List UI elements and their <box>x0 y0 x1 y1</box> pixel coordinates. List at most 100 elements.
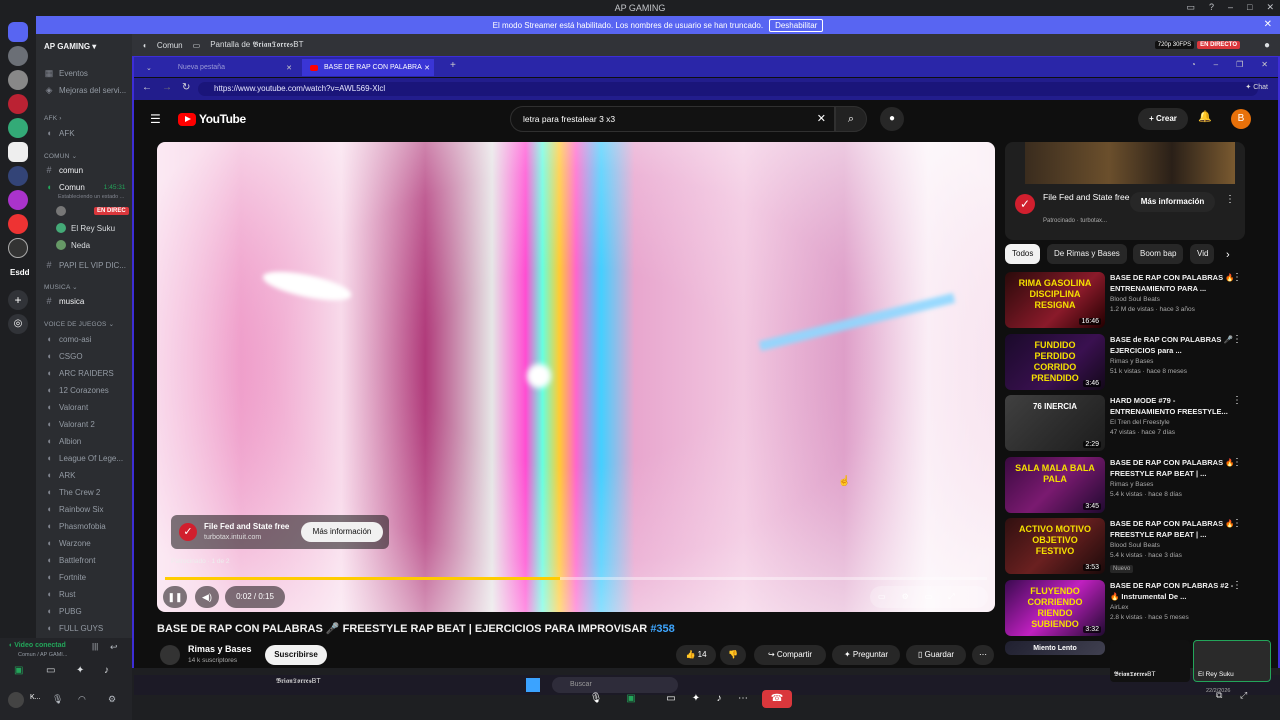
participant-tile[interactable]: El Rey Suku <box>1193 640 1271 682</box>
server-icon[interactable] <box>8 94 28 114</box>
category-afk[interactable]: AFK › <box>44 115 62 122</box>
add-server-icon[interactable]: + <box>8 290 28 310</box>
subtitles-icon[interactable]: ▭ <box>878 592 902 601</box>
new-tab-icon[interactable]: + <box>450 60 456 71</box>
channel-name[interactable]: AirLex <box>1110 604 1128 611</box>
video-title[interactable]: BASE de RAP CON PALABRAS 🎤 EJERCICIOS pa… <box>1110 334 1235 356</box>
address-bar[interactable]: https://www.youtube.com/watch?v=AWL569-X… <box>198 82 1258 96</box>
soundboard-icon[interactable]: ||| <box>92 642 98 651</box>
disconnect-button[interactable]: ☎ <box>762 690 792 708</box>
notifications-icon[interactable]: 🔔 <box>1198 110 1212 123</box>
people-icon[interactable]: ● <box>1264 40 1270 51</box>
server-icon[interactable] <box>8 190 28 210</box>
channel-name[interactable]: Blood Soul Beats <box>1110 542 1160 549</box>
chip-boom-bap[interactable]: Boom bap <box>1133 244 1184 264</box>
video-thumbnail[interactable]: Miento Lento <box>1005 641 1105 655</box>
camera-toggle-icon[interactable]: ▣ <box>620 690 642 708</box>
user-avatar[interactable] <box>8 692 24 708</box>
recommended-video[interactable]: SALA MALA BALA PALA 3:45 BASE DE RAP CON P… <box>1005 456 1250 513</box>
server-icon[interactable] <box>8 46 28 66</box>
more-icon[interactable]: ⋮ <box>1232 272 1242 283</box>
disable-streamer-button[interactable]: Deshabilitar <box>769 18 824 32</box>
video-thumbnail[interactable]: FUNDIDO PERDIDO CORRIDO PRENDIDO 3:46 <box>1005 333 1105 390</box>
category-comun[interactable]: COMUN ⌄ <box>44 152 77 160</box>
close-icon[interactable]: ✕ <box>286 64 292 72</box>
sidebar-ad[interactable]: ✓ File Fed and State free Patrocinado · … <box>1005 142 1245 240</box>
search-input[interactable]: letra para frestalear 3 x3 ✕ <box>510 106 835 132</box>
chip-all[interactable]: Todos <box>1005 244 1041 264</box>
dislike-button[interactable]: 👎 <box>720 645 746 665</box>
server-label[interactable]: Esdd <box>10 268 30 277</box>
video-thumbnail[interactable]: ACTIVO MOTIVO OBJETIVO FESTIVO 3:53 <box>1005 518 1105 574</box>
tab-dropdown-icon[interactable]: ⌄ <box>146 64 152 72</box>
share-button[interactable]: ↪ Compartir <box>754 645 826 665</box>
more-icon[interactable]: ⋮ <box>1232 395 1242 406</box>
chat-button[interactable]: ✦ Chat <box>1245 83 1268 91</box>
ask-button[interactable]: ✦ Preguntar <box>832 645 900 665</box>
video-thumbnail[interactable]: SALA MALA BALA PALA 3:45 <box>1005 456 1105 513</box>
recommended-video[interactable]: 76 INERCIA 2:29 HARD MODE #79 - ENTRENAMIE… <box>1005 395 1250 451</box>
server-icon[interactable] <box>8 214 28 234</box>
pause-button[interactable]: ❚❚ <box>163 586 187 608</box>
server-icon[interactable] <box>8 238 28 258</box>
recommended-video[interactable]: ACTIVO MOTIVO OBJETIVO FESTIVO 3:53 BASE D… <box>1005 518 1250 574</box>
events-item[interactable]: ▦ Eventos <box>44 68 88 79</box>
theater-icon[interactable]: ▭ <box>925 592 949 601</box>
more-icon[interactable]: ⋮ <box>1232 457 1242 468</box>
settings-icon[interactable]: ⚙ <box>902 592 925 601</box>
discord-home-icon[interactable] <box>8 22 28 42</box>
voice-channel[interactable]: ◖ como-asi <box>44 334 91 344</box>
video-hashtag[interactable]: #358 <box>650 623 674 635</box>
voice-channel[interactable]: ◖ Warzone <box>44 538 90 548</box>
voice-member[interactable]: Neda <box>56 240 90 250</box>
server-icon[interactable] <box>8 70 28 90</box>
chevron-right-icon[interactable]: › <box>1226 249 1230 261</box>
voice-channel[interactable]: ◖ Rainbow Six <box>44 504 103 514</box>
camera-icon[interactable]: ▣ <box>14 665 23 676</box>
explore-icon[interactable]: ◎ <box>8 314 28 334</box>
headphones-icon[interactable]: ◠ <box>78 694 86 705</box>
soundboard-icon[interactable]: ♪ <box>708 690 730 708</box>
channel-name[interactable]: El Tren del Freestyle <box>1110 419 1170 426</box>
chip-channel[interactable]: De Rimas y Bases <box>1047 244 1127 264</box>
participant-tile[interactable]: 𝕭𝖗𝖎𝖆𝖓𝕿𝖔𝖗𝖗𝖊𝖘BT <box>1110 640 1190 682</box>
server-icon[interactable] <box>8 142 28 162</box>
subscribe-button[interactable]: Suscribirse <box>265 645 327 665</box>
activities-icon[interactable]: ✦ <box>685 690 707 708</box>
channel-name[interactable]: Rimas y Bases <box>188 644 252 654</box>
recommended-video[interactable]: RIMA GASOLINA DISCIPLINA RESIGNA 16:46 BAS… <box>1005 272 1250 328</box>
voice-channel[interactable]: ◖ CSGO <box>44 351 82 361</box>
voice-channel[interactable]: ◖ Fortnite <box>44 572 86 582</box>
browser-tab[interactable]: ⌄ Nueva pestaña ✕ <box>138 59 298 76</box>
close-icon[interactable]: ✕ <box>1261 60 1268 69</box>
popout-icon[interactable]: ⧉ <box>1216 690 1222 701</box>
chip-videos[interactable]: Vid <box>1190 244 1214 264</box>
restore-icon[interactable]: ❐ <box>1236 60 1243 69</box>
more-icon[interactable]: ⋮ <box>1232 580 1242 591</box>
voice-channel[interactable]: ◖ FULL GUYS <box>44 623 103 633</box>
voice-search-button[interactable]: ● <box>880 107 904 131</box>
back-icon[interactable]: ← <box>142 82 152 93</box>
close-icon[interactable]: ✕ <box>1264 19 1272 30</box>
like-button[interactable]: 👍 14 <box>676 645 716 665</box>
youtube-logo[interactable]: YouTube <box>178 112 246 126</box>
server-icon[interactable] <box>8 166 28 186</box>
channel-avatar[interactable] <box>160 645 180 665</box>
voice-channel[interactable]: ◖ Rust <box>44 589 75 599</box>
channel-afk[interactable]: ◖ AFK <box>44 128 74 138</box>
settings-icon[interactable]: ⚙ <box>108 694 116 705</box>
video-title[interactable]: BASE DE RAP CON PLABRAS #2 - 🔥 Instrumen… <box>1110 580 1235 602</box>
voice-channel[interactable]: ◖ Albion <box>44 436 81 446</box>
channel-name[interactable]: Rimas y Bases <box>1110 358 1153 365</box>
channel-comun-voice[interactable]: ◖ Comun 1:45:31 <box>44 182 125 192</box>
channel-musica[interactable]: # musica <box>44 296 84 306</box>
minimize-icon[interactable]: – <box>1228 2 1233 13</box>
taskbar-search[interactable]: Buscar <box>552 677 678 693</box>
windows-start-icon[interactable] <box>526 678 540 692</box>
help-icon[interactable]: ? <box>1209 2 1214 13</box>
category-voice[interactable]: VOICE DE JUEGOS ⌄ <box>44 320 114 328</box>
profile-icon[interactable]: ◔ <box>1191 60 1196 69</box>
channel-comun-text[interactable]: # comun <box>44 165 83 175</box>
voice-channel[interactable]: ◖ ARK <box>44 470 75 480</box>
ad-more-info-button[interactable]: Más información <box>301 522 383 542</box>
